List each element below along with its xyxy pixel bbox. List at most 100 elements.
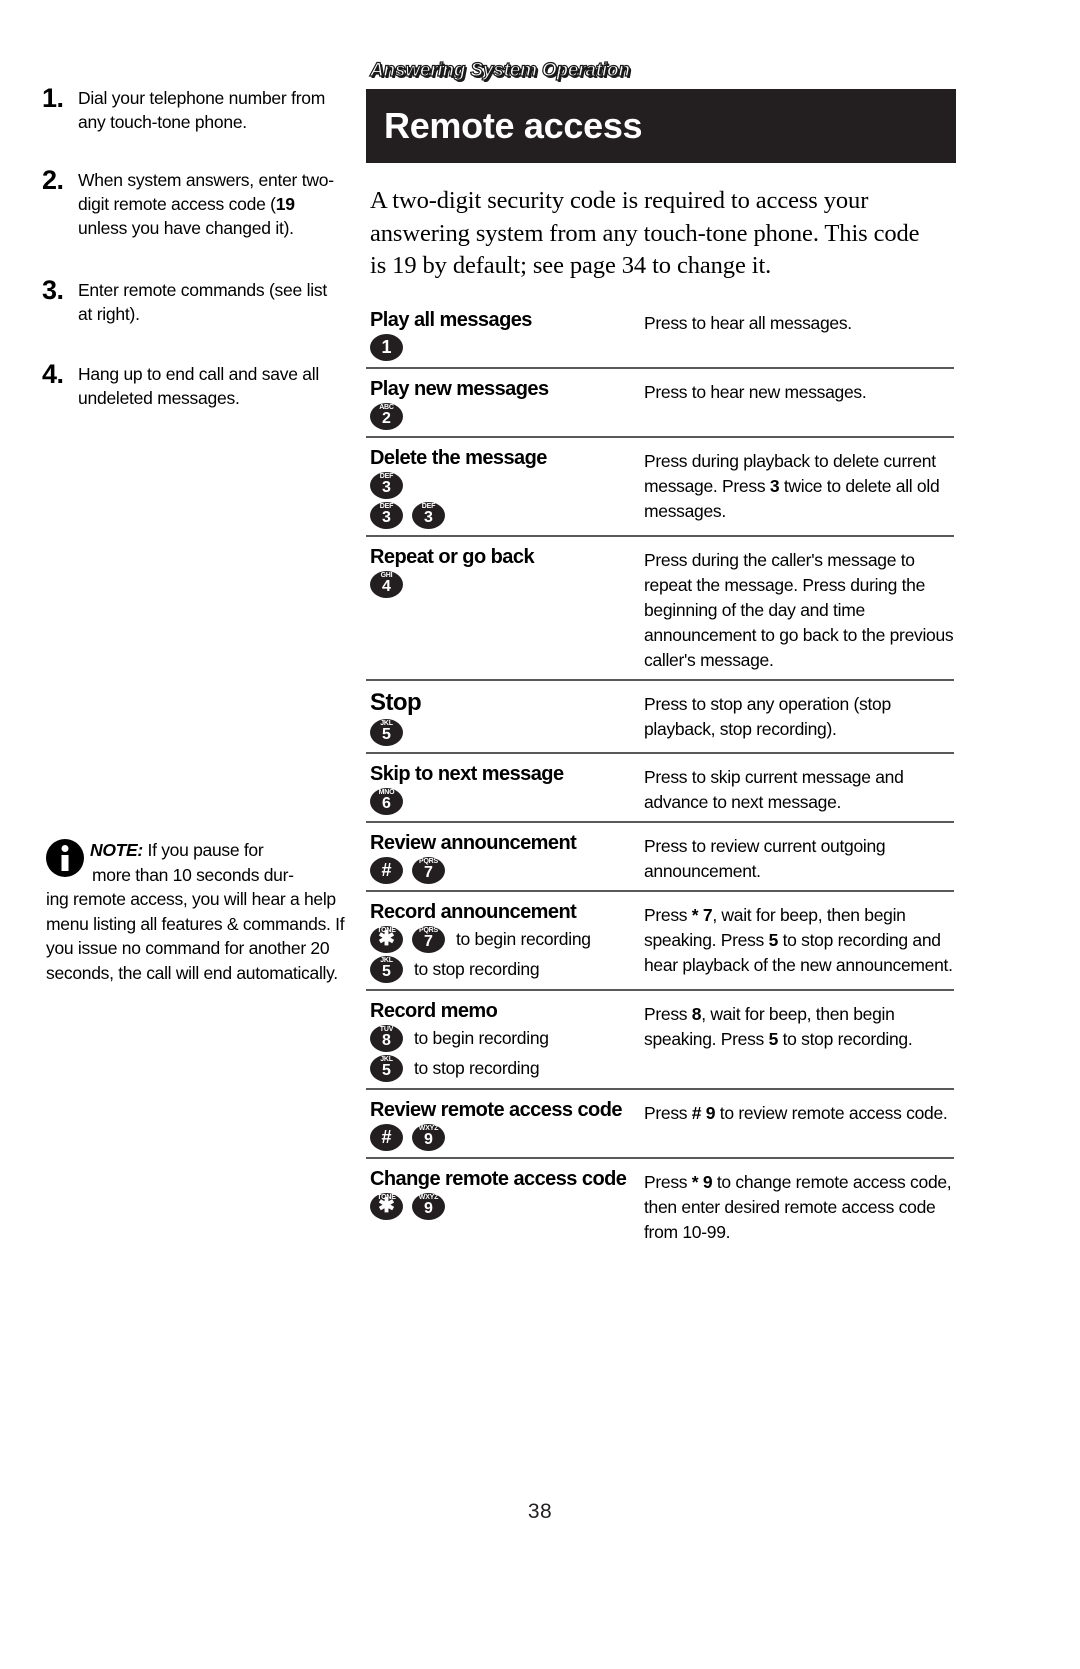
key-digit: 5: [382, 1062, 391, 1079]
steps-list: 1. Dial your telephone number from any t…: [42, 83, 342, 444]
key-digit: 1: [381, 337, 392, 357]
description-text: Press: [644, 1003, 692, 1024]
command-description: Press to skip current message and advanc…: [644, 766, 904, 812]
running-head: Answering System Operation: [369, 59, 630, 81]
command-name: Change remote access code: [370, 1167, 627, 1190]
note-callout: NOTE: If you pause for more than 10 seco…: [46, 838, 346, 985]
command-left-cell: Delete the message DEF 3 DEF 3 DEF 3: [366, 447, 638, 529]
description-emphasis: 5: [768, 1028, 779, 1049]
step-item: 3. Enter remote commands (see list at ri…: [42, 275, 342, 326]
key-digit: 8: [382, 1032, 391, 1049]
key-sequence: DEF 3: [370, 471, 638, 499]
phone-key-3-icon: DEF 3: [412, 501, 445, 529]
command-name: Stop: [370, 688, 422, 716]
key-sequence: MNO 6: [370, 787, 638, 815]
key-sequence: ABC 2: [370, 402, 638, 430]
key-sequence: GHI 4: [370, 570, 638, 598]
description-emphasis: # 9: [691, 1102, 716, 1123]
key-digit: 5: [382, 726, 391, 743]
key-digit: 3: [382, 479, 391, 496]
command-description: Press # 9 to review remote access code.: [638, 1099, 954, 1151]
command-row: Change remote access code TONE ✱ WXYZ 9 Press…: [366, 1156, 954, 1251]
step-number: 4.: [42, 359, 64, 389]
key-sequence: TONE ✱ PQRS 7 to begin recording: [370, 925, 638, 953]
command-row: Play new messages ABC 2 Press to hear new m…: [366, 366, 954, 436]
command-left-cell: Play all messages 1: [366, 309, 638, 361]
phone-key-8-icon: TUV 8: [370, 1024, 403, 1052]
intro-paragraph: A two-digit security code is required to…: [370, 185, 960, 283]
key-sequence: TONE ✱ WXYZ 9: [370, 1192, 638, 1220]
key-digit: 3: [382, 509, 391, 526]
command-description: Press to review current outgoing announc…: [644, 835, 886, 881]
command-description: Press to hear new messages.: [644, 381, 867, 402]
key-sequence: TUV 8 to begin recording: [370, 1024, 638, 1052]
key-sequence-suffix: to begin recording: [456, 929, 591, 949]
key-digit: 3: [424, 509, 433, 526]
command-row: Record memo TUV 8 to begin recording JKL 5 to …: [366, 988, 954, 1088]
command-name: Play all messages: [370, 308, 532, 331]
step-number: 2.: [42, 165, 64, 195]
note-label: NOTE:: [90, 840, 143, 860]
description-emphasis: * 7: [691, 904, 713, 925]
step-item: 1. Dial your telephone number from any t…: [42, 83, 342, 134]
key-digit: 2: [382, 410, 391, 427]
key-digit: 4: [382, 578, 391, 595]
section-title-bar: Remote access: [366, 89, 956, 163]
step-number: 3.: [42, 275, 64, 305]
command-left-cell: Stop JKL 5: [366, 688, 638, 746]
note-line2: more than 10 seconds dur-: [92, 864, 294, 885]
phone-key-star-icon: TONE ✱: [370, 1192, 403, 1220]
command-row: Stop JKL 5 Press to stop any operation (sto…: [366, 678, 954, 752]
description-text: to review remote access code.: [715, 1102, 948, 1123]
phone-key-hash-icon: #: [370, 856, 403, 884]
command-description: Press to stop any operation (stop playba…: [644, 693, 891, 739]
key-sequence: # PQRS 7: [370, 856, 638, 884]
phone-key-3-icon: DEF 3: [370, 471, 403, 499]
step-text-bold: 19: [275, 194, 295, 214]
key-sequence: JKL 5 to stop recording: [370, 1054, 638, 1082]
command-name: Review announcement: [370, 831, 577, 854]
command-description: Press to hear all messages.: [644, 312, 852, 333]
key-sequence-suffix: to stop recording: [414, 959, 540, 979]
step-text: Dial your telephone number from any touc…: [78, 88, 326, 132]
phone-key-1-icon: 1: [370, 333, 403, 361]
command-name: Record announcement: [370, 900, 577, 923]
command-description: Press 8, wait for beep, then begin speak…: [638, 1000, 954, 1082]
info-icon: [46, 839, 84, 877]
main-content: Answering System Operation Remote access…: [366, 59, 956, 1251]
phone-key-4-icon: GHI 4: [370, 570, 403, 598]
key-digit: ✱: [378, 1194, 395, 1217]
key-sequence: # WXYZ 9: [370, 1123, 638, 1151]
phone-key-9-icon: WXYZ 9: [412, 1192, 445, 1220]
intro-line-2: answering system from any touch-tone pho…: [370, 219, 920, 247]
phone-key-2-icon: ABC 2: [370, 402, 403, 430]
command-left-cell: Repeat or go back GHI 4: [366, 546, 638, 673]
phone-key-9-icon: WXYZ 9: [412, 1123, 445, 1151]
command-description: Press during playback to delete current …: [638, 447, 954, 529]
command-row: Play all messages 1 Press to hear all mess…: [366, 307, 954, 367]
note-rest: ing remote access, you will hear a help …: [46, 889, 345, 983]
step-text: When system answers, enter two-digit rem…: [78, 168, 342, 240]
command-row: Skip to next message MNO 6 Press to skip cu…: [366, 751, 954, 821]
phone-key-6-icon: MNO 6: [370, 787, 403, 815]
note-line1: If you pause for: [147, 840, 264, 860]
key-digit: #: [381, 1127, 392, 1147]
command-name: Play new messages: [370, 377, 549, 400]
step-item: 4. Hang up to end call and save all unde…: [42, 359, 342, 410]
phone-key-3-icon: DEF 3: [370, 501, 403, 529]
phone-key-hash-icon: #: [370, 1123, 403, 1151]
command-row: Record announcement TONE ✱ PQRS 7 to begin re…: [366, 889, 954, 989]
command-name: Repeat or go back: [370, 545, 535, 568]
step-text-after: unless you have changed it).: [78, 218, 294, 238]
command-left-cell: Record memo TUV 8 to begin recording JKL 5 to …: [366, 1000, 638, 1082]
command-left-cell: Skip to next message MNO 6: [366, 763, 638, 815]
key-digit: 7: [424, 864, 433, 881]
command-name: Delete the message: [370, 446, 547, 469]
description-emphasis: * 9: [691, 1171, 713, 1192]
step-text-before: When system answers, enter two-digit rem…: [78, 170, 334, 214]
phone-key-5-icon: JKL 5: [370, 955, 403, 983]
step-number: 1.: [42, 83, 64, 113]
key-digit: 6: [382, 795, 391, 812]
description-emphasis: 3: [769, 475, 780, 496]
page-number: 38: [527, 1500, 553, 1523]
